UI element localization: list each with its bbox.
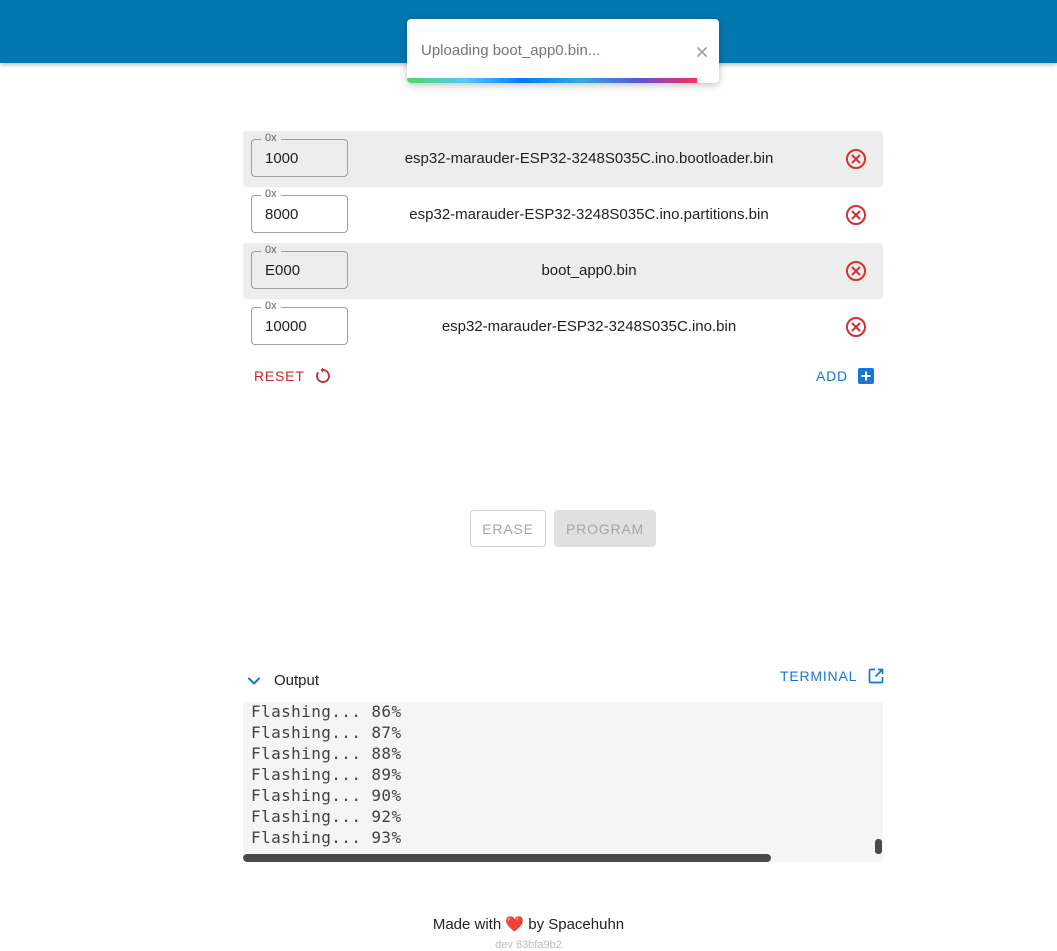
remove-circle-icon[interactable] — [845, 316, 867, 338]
toast-progress-bar — [407, 78, 697, 83]
partition-row: 0x 8000 esp32-marauder-ESP32-3248S035C.i… — [243, 187, 883, 243]
offset-input[interactable]: 1000 — [265, 150, 298, 167]
vertical-scrollbar[interactable] — [875, 839, 882, 854]
console-line: Flashing... 89% — [251, 765, 402, 784]
offset-prefix-label: 0x — [261, 243, 281, 257]
erase-button[interactable]: ERASE — [470, 510, 546, 547]
console-line: Flashing... 92% — [251, 807, 402, 826]
output-title: Output — [274, 672, 320, 689]
offset-prefix-label: 0x — [261, 187, 281, 201]
terminal-button[interactable]: TERMINAL — [780, 667, 885, 685]
open-in-new-icon — [868, 668, 884, 684]
add-button[interactable]: ADD — [816, 366, 876, 386]
remove-circle-icon[interactable] — [845, 148, 867, 170]
horizontal-scrollbar[interactable] — [243, 854, 771, 862]
upload-toast: Uploading boot_app0.bin... — [407, 19, 719, 83]
remove-circle-icon[interactable] — [845, 204, 867, 226]
output-console[interactable]: Flashing... 86% Flashing... 87% Flashing… — [243, 702, 883, 862]
add-box-icon — [857, 368, 874, 384]
chevron-down-icon[interactable] — [246, 673, 262, 689]
offset-input[interactable]: 8000 — [265, 206, 298, 223]
reset-button[interactable]: RESET — [254, 366, 333, 386]
partition-filename[interactable]: esp32-marauder-ESP32-3248S035C.ino.parti… — [343, 187, 835, 243]
console-line: Flashing... 93% — [251, 828, 402, 847]
footer-prefix: Made with — [432, 916, 502, 933]
offset-field[interactable]: 0x 10000 — [251, 299, 348, 345]
add-label: ADD — [816, 368, 848, 384]
partition-row: 0x 10000 esp32-marauder-ESP32-3248S035C.… — [243, 299, 883, 355]
offset-prefix-label: 0x — [261, 299, 281, 313]
remove-circle-icon[interactable] — [845, 260, 867, 282]
output-header: Output TERMINAL — [243, 666, 885, 696]
reset-label: RESET — [254, 368, 305, 384]
program-button[interactable]: PROGRAM — [554, 510, 656, 547]
close-icon[interactable] — [695, 45, 709, 59]
partition-filename[interactable]: esp32-marauder-ESP32-3248S035C.ino.bootl… — [343, 131, 835, 187]
offset-prefix-label: 0x — [261, 131, 281, 145]
console-line: Flashing... 88% — [251, 744, 402, 763]
terminal-label: TERMINAL — [780, 668, 858, 684]
partition-filename[interactable]: esp32-marauder-ESP32-3248S035C.ino.bin — [343, 299, 835, 355]
offset-input[interactable]: 10000 — [265, 318, 307, 335]
console-line: Flashing... 86% — [251, 702, 402, 721]
partition-row: 0x E000 boot_app0.bin — [243, 243, 883, 299]
offset-field[interactable]: 0x 1000 — [251, 131, 348, 177]
heart-icon: ❤️ — [505, 916, 525, 933]
toast-message: Uploading boot_app0.bin... — [421, 42, 601, 59]
console-line: Flashing... 87% — [251, 723, 402, 742]
offset-input[interactable]: E000 — [265, 262, 300, 279]
offset-field[interactable]: 0x E000 — [251, 243, 348, 289]
partition-row: 0x 1000 esp32-marauder-ESP32-3248S035C.i… — [243, 131, 883, 187]
partition-filename[interactable]: boot_app0.bin — [343, 243, 835, 299]
offset-field[interactable]: 0x 8000 — [251, 187, 348, 233]
restart-icon — [315, 367, 330, 383]
footer-credit: Made with ❤️ by Spacehuhn — [0, 915, 1057, 933]
footer-suffix: by Spacehuhn — [528, 916, 625, 933]
console-line: Flashing... 90% — [251, 786, 402, 805]
version-label: dev 83bfa9b2 — [495, 939, 562, 951]
